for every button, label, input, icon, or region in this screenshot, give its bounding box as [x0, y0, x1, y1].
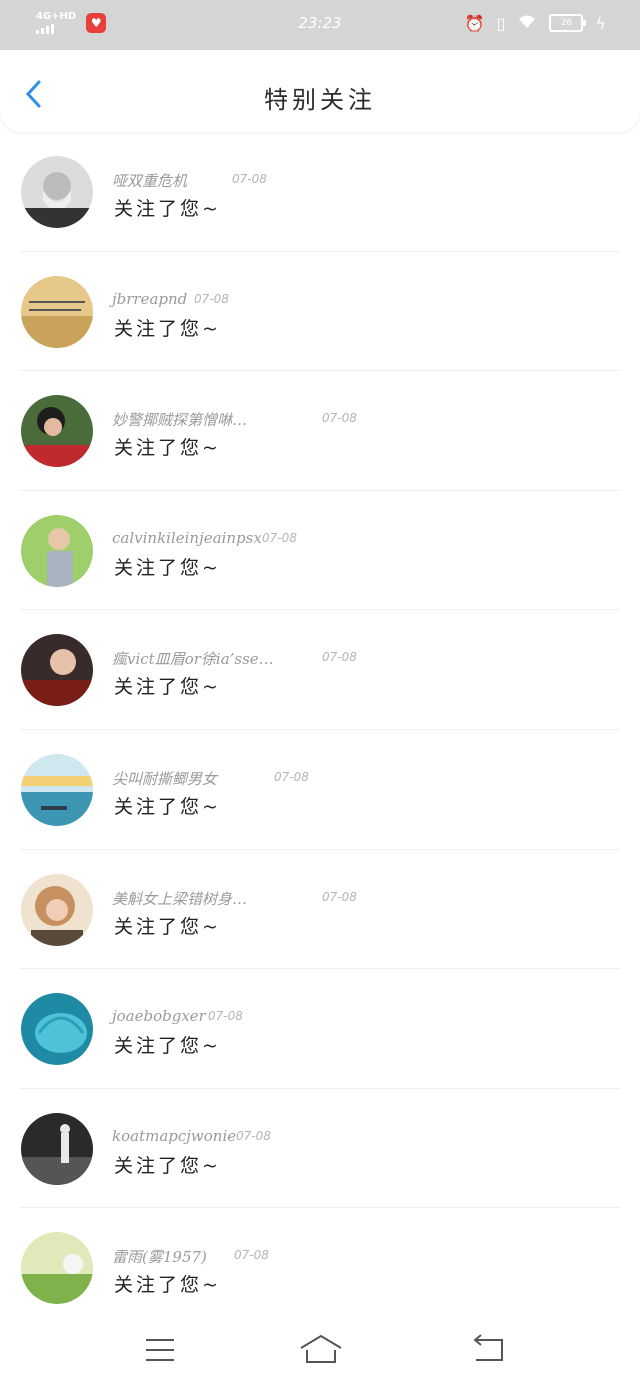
follow-date: 07-08 — [262, 530, 297, 545]
follow-message: 关注了您~ — [114, 1274, 221, 1297]
home-button[interactable] — [298, 1332, 344, 1368]
follow-message: 关注了您~ — [114, 317, 221, 340]
avatar[interactable] — [21, 1112, 93, 1185]
avatar[interactable] — [21, 514, 93, 587]
avatar[interactable] — [21, 873, 93, 946]
avatar[interactable] — [21, 993, 93, 1066]
list-item[interactable]: 雷雨(雾1957) 07-08 关注了您~ — [0, 1208, 640, 1328]
user-name: calvinkileinjeainpsx — [112, 528, 262, 547]
return-icon — [473, 1334, 503, 1361]
user-name: 美斛女上梁错树身… — [112, 889, 248, 908]
list-item[interactable]: calvinkileinjeainpsx 07-08 关注了您~ — [0, 491, 640, 611]
list-item[interactable]: jbrreapnd 07-08 关注了您~ — [0, 252, 640, 372]
follow-date: 07-08 — [322, 650, 357, 665]
user-name: 瘋vict皿眉or徐ia’sse… — [112, 650, 274, 669]
follow-message: 关注了您~ — [114, 676, 221, 699]
follow-message: 关注了您~ — [114, 1154, 221, 1177]
charging-icon: ϟ — [595, 13, 606, 33]
page-title: 特别关注 — [264, 86, 376, 114]
follow-list: 哑双重危机 07-08 关注了您~ jbrreapnd 07-08 关注了您~ — [0, 132, 640, 1328]
battery-icon: 26 — [549, 14, 587, 32]
list-item[interactable]: 美斛女上梁错树身… 07-08 关注了您~ — [0, 850, 640, 970]
avatar[interactable] — [21, 156, 93, 228]
user-name: 妙警揶贼探第憎啉… — [112, 411, 248, 430]
list-item[interactable]: 妙警揶贼探第憎啉… 07-08 关注了您~ — [0, 371, 640, 491]
follow-message: 关注了您~ — [114, 1035, 221, 1058]
alarm-icon: ⏰ — [464, 13, 485, 33]
follow-message: 关注了您~ — [114, 198, 221, 220]
home-icon — [300, 1334, 342, 1363]
avatar[interactable] — [21, 634, 93, 707]
follow-message: 关注了您~ — [114, 915, 221, 938]
avatar[interactable] — [21, 275, 93, 348]
return-button[interactable] — [468, 1332, 508, 1368]
list-item[interactable]: joaebobgxer 07-08 关注了您~ — [0, 969, 640, 1089]
user-name: 尖叫耐撕鲫男女 — [112, 769, 218, 788]
follow-date: 07-08 — [236, 1128, 271, 1143]
follow-date: 07-08 — [322, 411, 357, 426]
follow-message: 关注了您~ — [114, 795, 221, 818]
list-item[interactable]: 尖叫耐撕鲫男女 07-08 关注了您~ — [0, 730, 640, 850]
avatar[interactable] — [21, 1232, 93, 1305]
user-name: 哑双重危机 — [112, 172, 188, 190]
status-right: ⏰ ▯ 26 ϟ — [465, 13, 606, 33]
user-name: jbrreapnd — [112, 289, 188, 308]
follow-message: 关注了您~ — [114, 556, 221, 579]
avatar[interactable] — [21, 395, 93, 468]
menu-button[interactable] — [140, 1332, 180, 1368]
status-bar: 4G+HD ♥ 23:23 ⏰ ▯ 26 ϟ — [0, 0, 640, 50]
follow-date: 07-08 — [194, 291, 229, 306]
header-bar: 特别关注 — [0, 50, 640, 132]
follow-date: 07-08 — [322, 889, 357, 904]
system-nav-bar — [0, 1312, 640, 1387]
follow-date: 07-08 — [234, 1248, 269, 1263]
user-name: koatmapcjwonie — [112, 1126, 237, 1145]
list-item[interactable]: koatmapcjwonie 07-08 关注了您~ — [0, 1089, 640, 1209]
follow-date: 07-08 — [232, 172, 267, 186]
user-name: 雷雨(雾1957) — [112, 1248, 207, 1267]
menu-icon — [146, 1339, 174, 1361]
follow-date: 07-08 — [208, 1009, 243, 1024]
vibrate-icon: ▯ — [496, 13, 506, 33]
wifi-icon — [517, 13, 537, 33]
user-name: joaebobgxer — [112, 1007, 206, 1026]
follow-message: 关注了您~ — [114, 437, 221, 460]
follow-date: 07-08 — [274, 769, 309, 784]
list-item[interactable]: 哑双重危机 07-08 关注了您~ — [0, 132, 640, 252]
battery-level: 26 — [560, 18, 573, 28]
avatar[interactable] — [21, 753, 93, 826]
list-item[interactable]: 瘋vict皿眉or徐ia’sse… 07-08 关注了您~ — [0, 610, 640, 730]
